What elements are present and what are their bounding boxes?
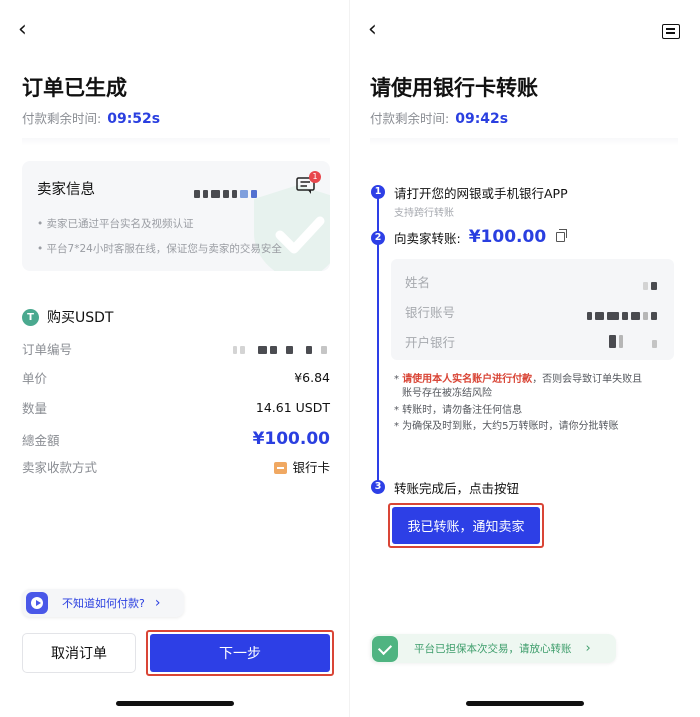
help-text: 不知道如何付款? [62, 597, 145, 610]
step-1-text: 请打开您的网银或手机银行APP [394, 186, 568, 201]
total-amount-row: 總金額 ¥100.00 [22, 428, 330, 450]
payment-timer: 付款剩余时间: 09:42s [370, 108, 508, 127]
total-amount-label: 總金額 [22, 432, 60, 448]
back-button[interactable]: ‹ [368, 19, 382, 41]
step-2-text: 向卖家转账: [394, 230, 461, 246]
chevron-right-icon: › [154, 595, 161, 611]
asset-label: 购买USDT [47, 310, 114, 326]
payment-method-row: 卖家收款方式 银行卡 [22, 456, 330, 476]
timer-label: 付款剩余时间: [370, 111, 450, 126]
play-icon [26, 592, 48, 614]
order-number-label: 订单编号 [22, 341, 73, 357]
message-icon[interactable] [662, 24, 680, 39]
payment-timer: 付款剩余时间: 09:52s [22, 108, 160, 127]
step-3-text: 转账完成后，点击按钮 [394, 481, 520, 496]
warning-bullet: * [394, 374, 403, 385]
cancel-order-button[interactable]: 取消订单 [22, 633, 136, 673]
seller-note-verified: • 卖家已通过平台实名及视频认证 [37, 218, 194, 230]
warning-highlight: 请使用本人实名账户进行付款 [402, 374, 533, 385]
back-button[interactable]: ‹ [18, 19, 32, 41]
step-2-badge: 2 [371, 231, 385, 245]
unit-price-value: ¥6.84 [294, 369, 330, 385]
unread-badge: 1 [309, 171, 321, 183]
guarantee-text: 平台已担保本次交易，请放心转账 [414, 643, 572, 655]
copy-icon[interactable] [556, 229, 568, 242]
home-indicator [466, 701, 584, 706]
seller-name-redacted [194, 183, 282, 202]
account-number-label: 银行账号 [405, 305, 456, 320]
step-1-badge: 1 [371, 185, 385, 199]
timer-value: 09:52s [107, 111, 161, 127]
bank-name-label: 开户银行 [405, 335, 456, 350]
warning-split-transfer: * 为确保及时到账，大约5万转账时，请你分批转账 [394, 421, 619, 432]
order-number-redacted [233, 339, 330, 358]
guarantee-banner[interactable]: 平台已担保本次交易，请放心转账 › [370, 634, 616, 663]
page-title: 订单已生成 [22, 76, 127, 100]
chevron-right-icon: › [585, 641, 591, 656]
header-divider [370, 138, 678, 146]
payment-help-link[interactable]: 不知道如何付款? › [22, 589, 184, 617]
shield-check-icon [372, 635, 398, 662]
bank-transfer-screen: ‹ 请使用银行卡转账 付款剩余时间: 09:42s 1 请打开您的网银或手机银行… [350, 0, 700, 717]
account-name-label: 姓名 [405, 275, 431, 290]
quantity-value: 14.61 USDT [255, 399, 330, 415]
seller-info-title: 卖家信息 [37, 182, 95, 198]
step-3-badge: 3 [371, 480, 385, 494]
order-created-screen: ‹ 订单已生成 付款剩余时间: 09:52s 卖家信息 1 • 卖家已通过平台实… [0, 0, 350, 717]
seller-note-support: • 平台7*24小时客服在线，保证您与卖家的交易安全 [37, 243, 282, 255]
bank-name-redacted [609, 333, 660, 352]
unit-price-label: 单价 [22, 370, 48, 386]
quantity-row: 数量 14.61 USDT [22, 397, 330, 417]
seller-bank-details: 姓名 银行账号 开户银行 [391, 259, 674, 360]
unit-price-row: 单价 ¥6.84 [22, 367, 330, 387]
order-number-row: 订单编号 [22, 338, 330, 358]
step-1-subtext: 支持跨行转账 [394, 208, 454, 219]
page-title: 请使用银行卡转账 [370, 76, 538, 100]
header-divider [22, 138, 330, 146]
transfer-amount: ¥100.00 [468, 227, 547, 247]
total-amount-value: ¥100.00 [252, 429, 330, 449]
home-indicator [116, 701, 234, 706]
tether-icon: T [22, 308, 39, 326]
bank-card-icon [274, 462, 288, 474]
payment-method-text: 银行卡 [292, 459, 330, 475]
quantity-label: 数量 [22, 400, 48, 416]
seller-info-card: 卖家信息 1 • 卖家已通过平台实名及视频认证 • 平台7*24小时客服在线，保… [22, 161, 330, 271]
warning-real-name: * 请使用本人实名账户进行付款，否则会导致订单失败且 账号存在被冻结风险 [394, 373, 642, 401]
asset-row: T 购买USDT [22, 307, 113, 327]
payment-method-value: 银行卡 [274, 457, 330, 476]
next-step-button[interactable]: 下一步 [150, 634, 330, 672]
warning-cont: 账号存在被冻结风险 [402, 388, 492, 399]
warning-no-remark: * 转账时，请勿备注任何信息 [394, 405, 523, 416]
notify-seller-button[interactable]: 我已转账，通知卖家 [392, 507, 540, 544]
payment-method-label: 卖家收款方式 [22, 459, 98, 475]
timer-label: 付款剩余时间: [22, 111, 102, 126]
timer-value: 09:42s [455, 111, 509, 127]
account-number-redacted [587, 305, 660, 324]
chat-button[interactable]: 1 [296, 171, 321, 195]
warning-rest: ，否则会导致订单失败且 [532, 374, 643, 385]
account-name-redacted [643, 275, 660, 294]
step-2-row: 向卖家转账: ¥100.00 [394, 227, 568, 247]
